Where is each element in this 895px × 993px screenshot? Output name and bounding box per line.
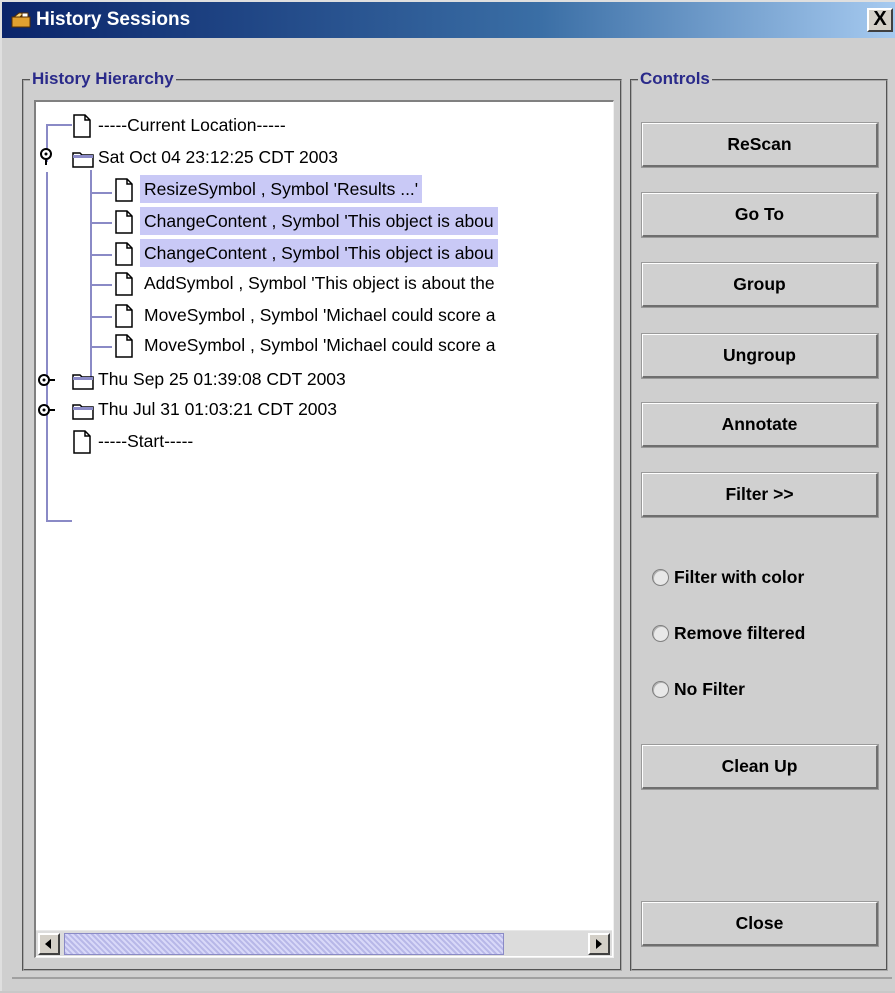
collapsed-handle-icon[interactable]: [36, 370, 56, 390]
radio-no-filter[interactable]: No Filter: [652, 675, 745, 703]
file-icon: [115, 334, 133, 358]
expanded-handle-icon[interactable]: [36, 146, 56, 166]
tree-line: [90, 222, 112, 224]
radio-circle-icon: [652, 681, 669, 698]
arrow-right-icon: [596, 939, 602, 949]
file-icon: [115, 242, 133, 266]
radio-circle-icon: [652, 625, 669, 642]
scroll-thumb[interactable]: [64, 933, 504, 955]
folder-icon: [72, 152, 94, 168]
arrow-left-icon: [45, 939, 51, 949]
tree-item-action[interactable]: MoveSymbol , Symbol 'Michael could score…: [140, 300, 500, 330]
rescan-button[interactable]: ReScan: [641, 122, 879, 168]
file-icon: [115, 178, 133, 202]
app-icon: [11, 12, 31, 28]
tree-line: [90, 316, 112, 318]
tree-line: [90, 284, 112, 286]
file-icon: [73, 114, 91, 138]
tree-item-action[interactable]: ChangeContent , Symbol 'This object is a…: [140, 206, 498, 236]
tree-item-session-jul31[interactable]: Thu Jul 31 01:03:21 CDT 2003: [94, 394, 341, 424]
ungroup-button[interactable]: Ungroup: [641, 333, 879, 379]
scroll-right-button[interactable]: [588, 933, 610, 955]
annotate-button[interactable]: Annotate: [641, 402, 879, 448]
close-window-button[interactable]: X: [867, 8, 893, 32]
tree-item-action[interactable]: MoveSymbol , Symbol 'Michael could score…: [140, 330, 500, 360]
folder-icon: [72, 374, 94, 390]
radio-filter-with-color[interactable]: Filter with color: [652, 563, 804, 591]
tree-line: [46, 172, 48, 520]
file-icon: [115, 210, 133, 234]
horizontal-scrollbar[interactable]: [36, 930, 612, 956]
go-to-button[interactable]: Go To: [641, 192, 879, 238]
tree-line: [46, 520, 72, 522]
history-sessions-window: History Sessions X History Hierarchy ---…: [0, 0, 895, 991]
tree-line: [90, 346, 112, 348]
file-icon: [73, 430, 91, 454]
radio-remove-filtered[interactable]: Remove filtered: [652, 619, 805, 647]
history-tree[interactable]: -----Current Location----- Sat Oct 04 23…: [34, 100, 614, 958]
tree-item-start[interactable]: -----Start-----: [94, 426, 197, 456]
tree-line: [46, 124, 72, 126]
group-button[interactable]: Group: [641, 262, 879, 308]
tree-item-action[interactable]: AddSymbol , Symbol 'This object is about…: [140, 268, 499, 298]
clean-up-button[interactable]: Clean Up: [641, 744, 879, 790]
radio-circle-icon: [652, 569, 669, 586]
tree-item-session-oct04[interactable]: Sat Oct 04 23:12:25 CDT 2003: [94, 142, 342, 172]
scroll-left-button[interactable]: [38, 933, 60, 955]
tree-line: [90, 192, 112, 194]
tree-line: [90, 254, 112, 256]
tree-item-session-sep25[interactable]: Thu Sep 25 01:39:08 CDT 2003: [94, 364, 350, 394]
filter-button[interactable]: Filter >>: [641, 472, 879, 518]
title-bar[interactable]: History Sessions X: [2, 2, 895, 38]
file-icon: [115, 304, 133, 328]
folder-icon: [72, 404, 94, 420]
collapsed-handle-icon[interactable]: [36, 400, 56, 420]
window-title: History Sessions: [36, 9, 191, 30]
controls-legend: Controls: [638, 68, 712, 90]
close-button[interactable]: Close: [641, 901, 879, 947]
tree-item-action[interactable]: ResizeSymbol , Symbol 'Results ...': [140, 174, 423, 204]
file-icon: [115, 272, 133, 296]
tree-item-action[interactable]: ChangeContent , Symbol 'This object is a…: [140, 238, 498, 268]
history-hierarchy-legend: History Hierarchy: [30, 68, 176, 90]
tree-item-current-location[interactable]: -----Current Location-----: [94, 110, 290, 140]
